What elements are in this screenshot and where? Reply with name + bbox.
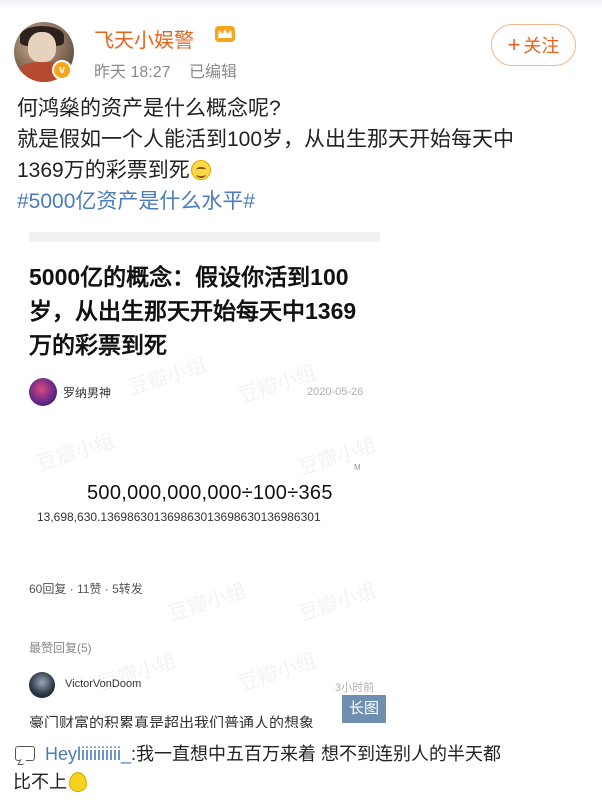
post-line-text: 1369万的彩票到死 [17,159,190,182]
watermark: 豆瓣小组 [166,580,250,626]
crown-icon [215,26,235,42]
post-line: 何鸿燊的资产是什么概念呢? [17,97,281,120]
replier-avatar [29,672,55,698]
watermark: 豆瓣小组 [296,434,380,480]
plus-icon: + [507,32,521,57]
hot-replies-heading: 最赞回复(5) [29,641,92,655]
post-time: 昨天 18:27 [94,64,171,81]
verified-badge-icon: v [52,60,72,80]
comment-item[interactable]: Heyliiiiiiiiii_:我一直想中五百万来着 想不到连别人的半天都 比不… [13,740,589,796]
post-line: 1369万的彩票到死 [17,155,587,186]
post-meta: 昨天 18:27 已编辑 [94,58,251,82]
lemon-emoji-icon [69,772,87,792]
commenter-name[interactable]: Heyliiiiiiiiii_ [45,744,131,764]
formula-result: 13,698,630.13698630136986301369863013698… [37,510,321,524]
smile-emoji-icon [190,160,211,180]
article-stats: 60回复 · 11赞 · 5转发 [29,582,143,596]
watermark: 豆瓣小组 [34,430,118,476]
article-title-line: 岁，从出生那天开始每天中1369 [29,298,357,324]
post-line: 就是假如一个人能活到100岁，从出生那天开始每天中 [17,128,515,151]
article-date: 2020-05-26 [307,386,364,398]
comment-icon [13,745,39,763]
replier-name: VictorVonDoom [65,678,142,690]
post-body: 何鸿燊的资产是什么概念呢? 就是假如一个人能活到100岁，从出生那天开始每天中 … [17,93,587,217]
follow-label: 关注 [523,36,560,56]
long-image-tag[interactable]: 长图 [342,695,386,723]
author-avatar [29,378,57,406]
comment-text: 比不上 [13,772,67,792]
article-title: 5000亿的概念：假设你活到100 岁，从出生那天开始每天中1369 万的彩票到… [29,260,381,362]
reply-time: 3小时前 [335,682,375,694]
hashtag-link[interactable]: #5000亿资产是什么水平# [17,186,587,217]
follow-button[interactable]: + 关注 [491,24,576,66]
edited-label: 已编辑 [188,64,237,81]
article-title-line: 万的彩票到死 [29,332,167,358]
formula: 500,000,000,000÷100÷365 [87,482,333,504]
watermark: 豆瓣小组 [236,362,320,408]
watermark: 豆瓣小组 [296,580,380,626]
watermark: 豆瓣小组 [236,650,320,696]
image-top-bar [29,232,380,242]
top-fade [0,0,602,10]
username[interactable]: 飞天小娱警 [94,24,194,53]
m-mark: M [354,463,361,472]
article-title-line: 5000亿的概念：假设你活到100 [29,264,349,290]
author-name: 罗纳男神 [63,386,112,400]
embedded-long-image[interactable]: 豆瓣小组 豆瓣小组 豆瓣小组 豆瓣小组 豆瓣小组 豆瓣小组 豆瓣小组 豆瓣小组 … [17,228,388,728]
comment-text: :我一直想中五百万来着 想不到连别人的半天都 [131,744,502,764]
reply-text: 豪门财富的积累真是超出我们普通人的想象 [29,715,315,728]
